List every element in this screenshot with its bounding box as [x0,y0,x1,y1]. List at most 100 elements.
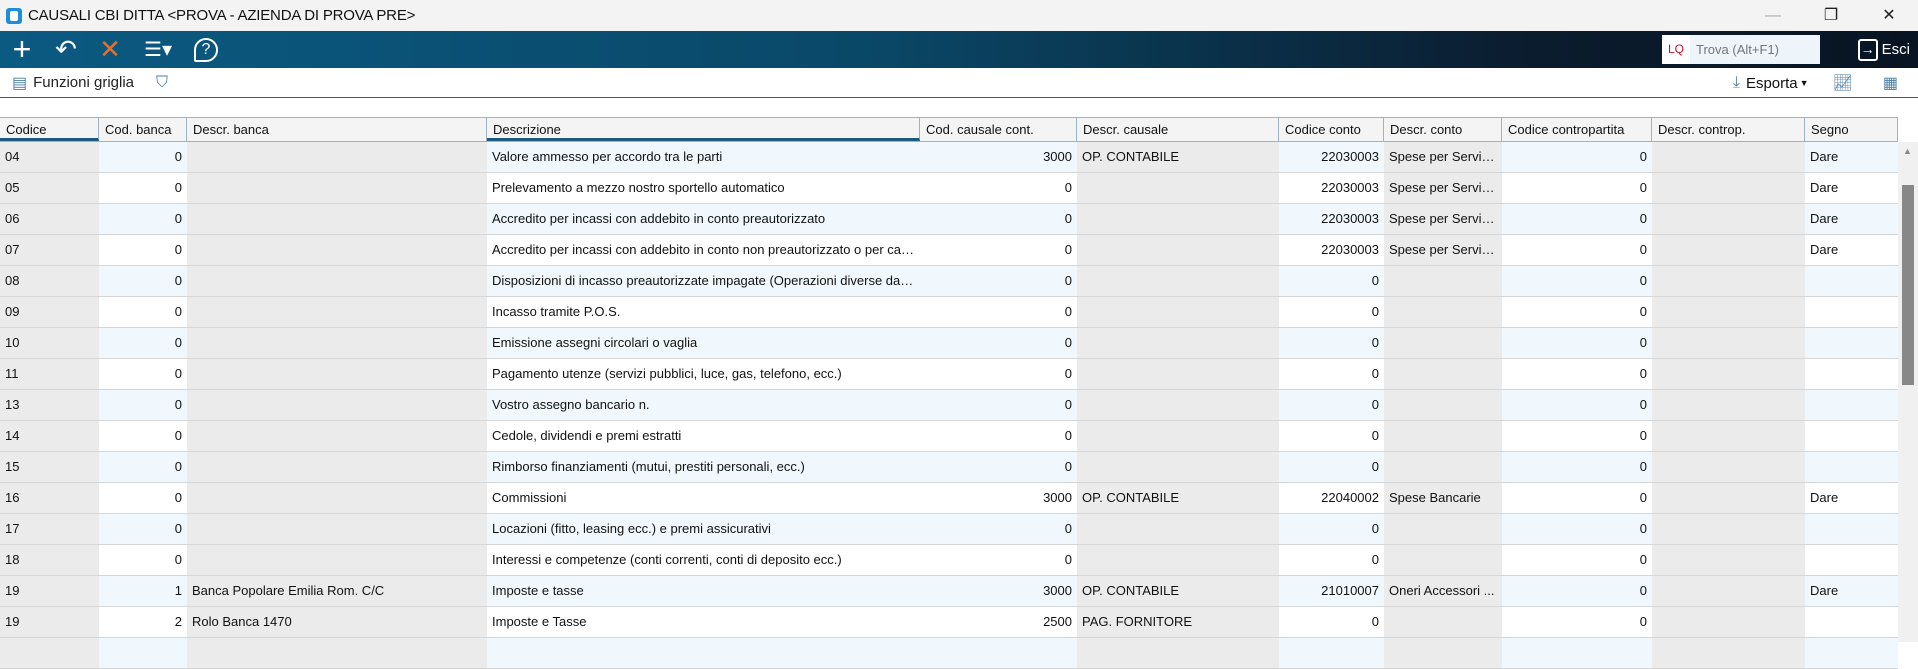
undo-button[interactable]: ↶ [44,31,88,68]
cell-descr-controp[interactable] [1652,545,1805,575]
add-button[interactable]: + [0,31,44,68]
cell-codice-contropartita[interactable]: 0 [1502,266,1652,296]
cell-descrizione[interactable]: Accredito per incassi con addebito in co… [487,204,920,234]
cell-cod-banca[interactable]: 0 [99,235,187,265]
table-row[interactable]: 19 1 Banca Popolare Emilia Rom. C/C Imposte… [0,576,1898,607]
filter-button[interactable]: ⛉ [156,74,174,92]
cell-descr-conto[interactable]: Spese Bancarie [1384,483,1502,513]
cell-cod-causale-cont[interactable]: 0 [920,297,1077,327]
cell-cod-causale-cont[interactable]: 2500 [920,607,1077,637]
cell-codice-contropartita[interactable]: 0 [1502,297,1652,327]
cell-segno[interactable] [1805,297,1898,327]
cell-descr-causale[interactable] [1077,173,1279,203]
help-button[interactable]: ? [184,31,228,68]
cell-descr-banca[interactable] [187,421,487,451]
cell-descrizione[interactable]: Incasso tramite P.O.S. [487,297,920,327]
cell-descr-controp[interactable] [1652,204,1805,234]
cell-descr-banca[interactable]: Banca Popolare Emilia Rom. C/C [187,576,487,606]
cell-descr-controp[interactable] [1652,142,1805,172]
cell-codice[interactable]: 19 [0,576,99,606]
cell-descr-controp[interactable] [1652,235,1805,265]
cell-descrizione[interactable]: Rimborso finanziamenti (mutui, prestiti … [487,452,920,482]
column-header-descr-controp[interactable]: Descr. controp. [1652,118,1805,141]
cell-cod-causale-cont[interactable]: 0 [920,390,1077,420]
cell-descr-conto[interactable] [1384,607,1502,637]
table-row[interactable]: 19 2 Rolo Banca 1470 Imposte e Tasse 2500 PAG… [0,607,1898,638]
cell-segno[interactable]: Dare [1805,173,1898,203]
cell-descr-causale[interactable]: OP. CONTABILE [1077,483,1279,513]
cell-descr-conto[interactable] [1384,421,1502,451]
table-row[interactable]: 18 0 Interessi e competenze (conti corrent… [0,545,1898,576]
column-header-codice-contropartita[interactable]: Codice contropartita [1502,118,1652,141]
cell-descr-causale[interactable] [1077,204,1279,234]
cell-descr-conto[interactable] [1384,390,1502,420]
cell-codice[interactable]: 05 [0,173,99,203]
cell-descr-causale[interactable] [1077,390,1279,420]
cell-descr-banca[interactable] [187,390,487,420]
cell-cod-causale-cont[interactable]: 0 [920,514,1077,544]
cell-descrizione[interactable]: Accredito per incassi con addebito in co… [487,235,920,265]
cell-descr-conto[interactable]: Spese per Servizi... [1384,142,1502,172]
column-header-cod-causale-cont[interactable]: Cod. causale cont. [920,118,1077,141]
cell-segno[interactable] [1805,390,1898,420]
cell-codice-conto[interactable]: 0 [1279,545,1384,575]
cell-segno[interactable] [1805,607,1898,637]
cell-segno[interactable] [1805,359,1898,389]
cell-codice-conto[interactable]: 22040002 [1279,483,1384,513]
cell-cod-banca[interactable]: 0 [99,390,187,420]
cell-codice-contropartita[interactable]: 0 [1502,452,1652,482]
cell-descr-causale[interactable] [1077,235,1279,265]
cell-descrizione[interactable]: Prelevamento a mezzo nostro sportello au… [487,173,920,203]
cell-cod-banca[interactable]: 0 [99,328,187,358]
cell-segno[interactable]: Dare [1805,576,1898,606]
cell-descr-conto[interactable] [1384,328,1502,358]
table-row[interactable]: 05 0 Prelevamento a mezzo nostro sportello… [0,173,1898,204]
cell-codice-conto[interactable]: 22030003 [1279,173,1384,203]
cell-segno[interactable] [1805,421,1898,451]
cell-descr-causale[interactable] [1077,297,1279,327]
cell-descr-conto[interactable] [1384,297,1502,327]
cell-descrizione[interactable]: Disposizioni di incasso preautorizzate i… [487,266,920,296]
cell-cod-causale-cont[interactable]: 0 [920,235,1077,265]
cell-codice[interactable]: 11 [0,359,99,389]
table-row[interactable]: 15 0 Rimborso finanziamenti (mutui, presti… [0,452,1898,483]
cell-descr-banca[interactable] [187,173,487,203]
cell-codice-contropartita[interactable]: 0 [1502,514,1652,544]
cell-codice[interactable]: 09 [0,297,99,327]
vertical-scrollbar[interactable]: ▲ [1898,142,1918,642]
cell-descr-banca[interactable] [187,359,487,389]
cell-segno[interactable] [1805,545,1898,575]
cell-codice-contropartita[interactable]: 0 [1502,576,1652,606]
close-button[interactable]: ✕ [1860,0,1918,31]
cell-descrizione[interactable]: Emissione assegni circolari o vaglia [487,328,920,358]
cell-cod-banca[interactable]: 0 [99,421,187,451]
cell-cod-banca[interactable]: 0 [99,359,187,389]
cell-codice[interactable]: 15 [0,452,99,482]
cell-cod-causale-cont[interactable]: 0 [920,545,1077,575]
cell-codice-contropartita[interactable]: 0 [1502,390,1652,420]
cell-descr-conto[interactable] [1384,452,1502,482]
cell-cod-banca[interactable]: 2 [99,607,187,637]
cell-descr-controp[interactable] [1652,173,1805,203]
cell-descrizione[interactable]: Commissioni [487,483,920,513]
cell-descr-controp[interactable] [1652,390,1805,420]
scrollbar-thumb[interactable] [1902,185,1914,385]
cell-descr-controp[interactable] [1652,421,1805,451]
cell-descr-conto[interactable]: Oneri Accessori ... [1384,576,1502,606]
table-row[interactable]: 13 0 Vostro assegno bancario n. 0 0 0 [0,390,1898,421]
column-header-descrizione[interactable]: Descrizione [487,118,920,141]
cell-segno[interactable]: Dare [1805,204,1898,234]
cell-segno[interactable]: Dare [1805,483,1898,513]
minimize-button[interactable]: — [1744,0,1802,31]
cell-codice-conto[interactable]: 0 [1279,328,1384,358]
table-row[interactable]: 04 0 Valore ammesso per accordo tra le par… [0,142,1898,173]
cell-codice[interactable]: 06 [0,204,99,234]
cell-codice-contropartita[interactable]: 0 [1502,545,1652,575]
delete-button[interactable]: ✕ [88,31,132,68]
cell-descr-controp[interactable] [1652,266,1805,296]
cell-descr-banca[interactable] [187,266,487,296]
cell-codice-contropartita[interactable]: 0 [1502,142,1652,172]
cell-segno[interactable]: Dare [1805,142,1898,172]
cell-descr-causale[interactable] [1077,328,1279,358]
cell-cod-banca[interactable]: 0 [99,142,187,172]
